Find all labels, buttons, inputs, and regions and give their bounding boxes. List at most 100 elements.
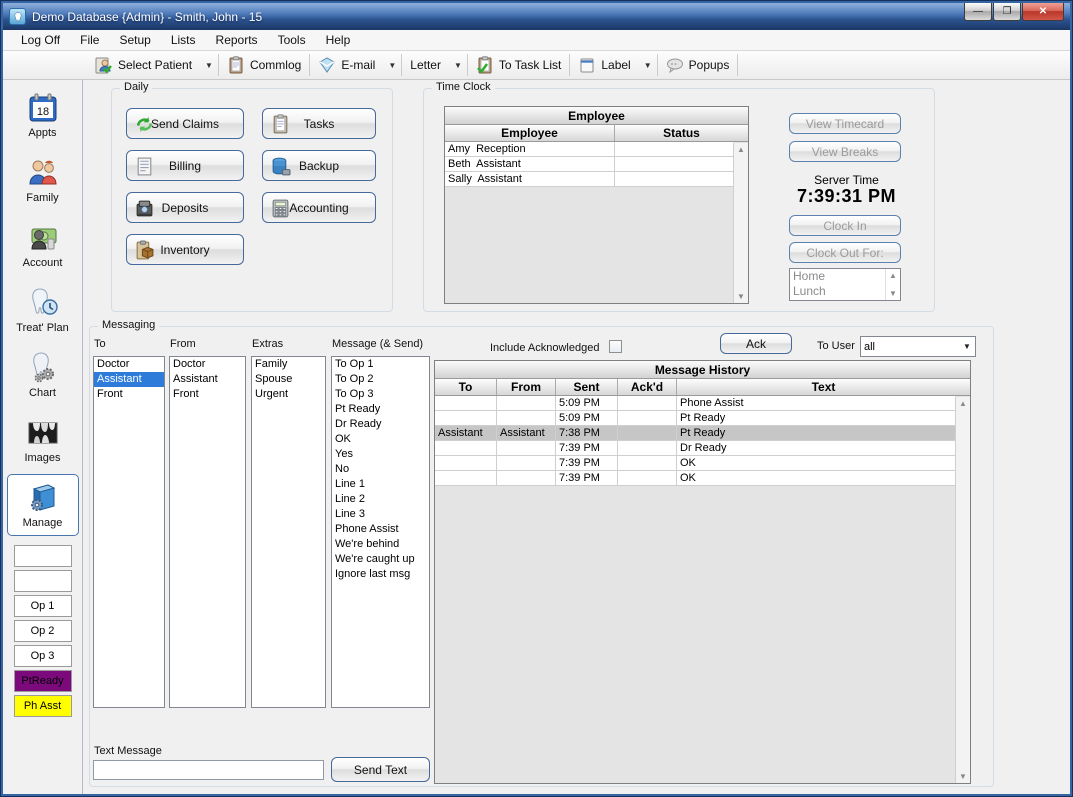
clock-in-button[interactable]: Clock In (789, 215, 901, 236)
accounting-button[interactable]: Accounting (262, 192, 376, 223)
sidebar-item-family[interactable]: Family (7, 149, 79, 211)
list-item[interactable]: Line 2 (332, 492, 429, 507)
history-row[interactable]: 7:39 PMDr Ready (435, 441, 955, 456)
send-text-button[interactable]: Send Text (331, 757, 430, 782)
menu-reports[interactable]: Reports (206, 31, 268, 49)
billing-button[interactable]: Billing (126, 150, 244, 181)
op-cell-empty[interactable] (14, 570, 72, 592)
history-row[interactable]: 7:39 PMOK (435, 456, 955, 471)
scroll-up-icon[interactable]: ▲ (737, 143, 745, 156)
menu-tools[interactable]: Tools (268, 31, 316, 49)
history-row[interactable]: 7:39 PMOK (435, 471, 955, 486)
ack-button[interactable]: Ack (720, 333, 792, 354)
clock-out-option[interactable]: Lunch (790, 284, 900, 299)
email-dropdown-icon[interactable]: ▼ (383, 51, 401, 79)
sidebar-item-appts[interactable]: 18 Appts (7, 84, 79, 146)
list-item[interactable]: Assistant (170, 372, 245, 387)
sidebar-item-manage[interactable]: Manage (7, 474, 79, 536)
backup-button[interactable]: Backup (262, 150, 376, 181)
history-grid-scrollbar[interactable]: ▲ ▼ (955, 397, 970, 783)
list-item[interactable]: Assistant (94, 372, 164, 387)
label-dropdown-icon[interactable]: ▼ (639, 51, 657, 79)
list-item[interactable]: We're behind (332, 537, 429, 552)
commlog-button[interactable]: Commlog (219, 51, 309, 79)
tasks-button[interactable]: Tasks (262, 108, 376, 139)
spin-down-icon[interactable]: ▼ (889, 287, 897, 300)
menu-lists[interactable]: Lists (161, 31, 206, 49)
sidebar-item-chart[interactable]: Chart (7, 344, 79, 406)
close-button[interactable]: ✕ (1022, 3, 1064, 21)
list-item[interactable]: We're caught up (332, 552, 429, 567)
op-cell-ph-asst[interactable]: Ph Asst (14, 695, 72, 717)
include-acknowledged-checkbox[interactable] (609, 340, 622, 353)
clock-out-spinner[interactable]: ▲ ▼ (885, 269, 900, 300)
to-user-dropdown-arrow-icon[interactable]: ▼ (959, 342, 975, 351)
deposits-button[interactable]: Deposits (126, 192, 244, 223)
extras-list[interactable]: FamilySpouseUrgent (251, 356, 326, 708)
list-item[interactable]: Line 1 (332, 477, 429, 492)
list-item[interactable]: Urgent (252, 387, 325, 402)
clock-out-for-button[interactable]: Clock Out For: (789, 242, 901, 263)
list-item[interactable]: OK (332, 432, 429, 447)
history-row[interactable]: AssistantAssistant7:38 PMPt Ready (435, 426, 955, 441)
list-item[interactable]: To Op 3 (332, 387, 429, 402)
view-timecard-button[interactable]: View Timecard (789, 113, 901, 134)
history-row[interactable]: 5:09 PMPhone Assist (435, 396, 955, 411)
letter-dropdown-icon[interactable]: ▼ (449, 51, 467, 79)
employee-grid-scrollbar[interactable]: ▲ ▼ (733, 143, 748, 303)
list-item[interactable]: Doctor (170, 357, 245, 372)
op-cell-op-1[interactable]: Op 1 (14, 595, 72, 617)
email-button[interactable]: E-mail (310, 51, 383, 79)
employee-row[interactable]: Beth Assistant (445, 157, 733, 172)
scroll-down-icon[interactable]: ▼ (737, 290, 745, 303)
list-item[interactable]: Dr Ready (332, 417, 429, 432)
maximize-button[interactable]: ❐ (993, 3, 1021, 21)
select-patient-dropdown-icon[interactable]: ▼ (200, 51, 218, 79)
scroll-up-icon[interactable]: ▲ (959, 397, 967, 410)
op-cell-ptready[interactable]: PtReady (14, 670, 72, 692)
to-task-list-button[interactable]: To Task List (468, 51, 569, 79)
clock-out-options-list[interactable]: Home Lunch ▲ ▼ (789, 268, 901, 301)
op-cell-empty[interactable] (14, 545, 72, 567)
list-item[interactable]: To Op 2 (332, 372, 429, 387)
message-list[interactable]: To Op 1To Op 2To Op 3Pt ReadyDr ReadyOKY… (331, 356, 430, 708)
list-item[interactable]: Spouse (252, 372, 325, 387)
menu-help[interactable]: Help (316, 31, 361, 49)
op-cell-op-3[interactable]: Op 3 (14, 645, 72, 667)
spin-up-icon[interactable]: ▲ (889, 269, 897, 282)
popups-button[interactable]: Popups (658, 51, 738, 79)
list-item[interactable]: No (332, 462, 429, 477)
list-item[interactable]: To Op 1 (332, 357, 429, 372)
op-cell-op-2[interactable]: Op 2 (14, 620, 72, 642)
from-list[interactable]: DoctorAssistantFront (169, 356, 246, 708)
send-claims-button[interactable]: Send Claims (126, 108, 244, 139)
minimize-button[interactable]: — (964, 3, 992, 21)
menu-file[interactable]: File (70, 31, 109, 49)
history-row[interactable]: 5:09 PMPt Ready (435, 411, 955, 426)
list-item[interactable]: Yes (332, 447, 429, 462)
sidebar-item-account[interactable]: Account (7, 214, 79, 276)
letter-button[interactable]: Letter (402, 51, 449, 79)
list-item[interactable]: Pt Ready (332, 402, 429, 417)
inventory-button[interactable]: Inventory (126, 234, 244, 265)
list-item[interactable]: Front (170, 387, 245, 402)
list-item[interactable]: Ignore last msg (332, 567, 429, 582)
text-message-input[interactable] (93, 760, 324, 780)
menu-log-off[interactable]: Log Off (11, 31, 70, 49)
list-item[interactable]: Line 3 (332, 507, 429, 522)
view-breaks-button[interactable]: View Breaks (789, 141, 901, 162)
employee-row[interactable]: Sally Assistant (445, 172, 733, 187)
list-item[interactable]: Family (252, 357, 325, 372)
sidebar-item-images[interactable]: Images (7, 409, 79, 471)
scroll-down-icon[interactable]: ▼ (959, 770, 967, 783)
menu-setup[interactable]: Setup (109, 31, 160, 49)
select-patient-button[interactable]: Select Patient (87, 51, 200, 79)
employee-row[interactable]: Amy Reception (445, 142, 733, 157)
list-item[interactable]: Front (94, 387, 164, 402)
sidebar-item-treat-plan[interactable]: Treat' Plan (7, 279, 79, 341)
list-item[interactable]: Doctor (94, 357, 164, 372)
label-button[interactable]: Label (570, 51, 638, 79)
clock-out-option[interactable]: Home (790, 269, 900, 284)
to-list[interactable]: DoctorAssistantFront (93, 356, 165, 708)
list-item[interactable]: Phone Assist (332, 522, 429, 537)
